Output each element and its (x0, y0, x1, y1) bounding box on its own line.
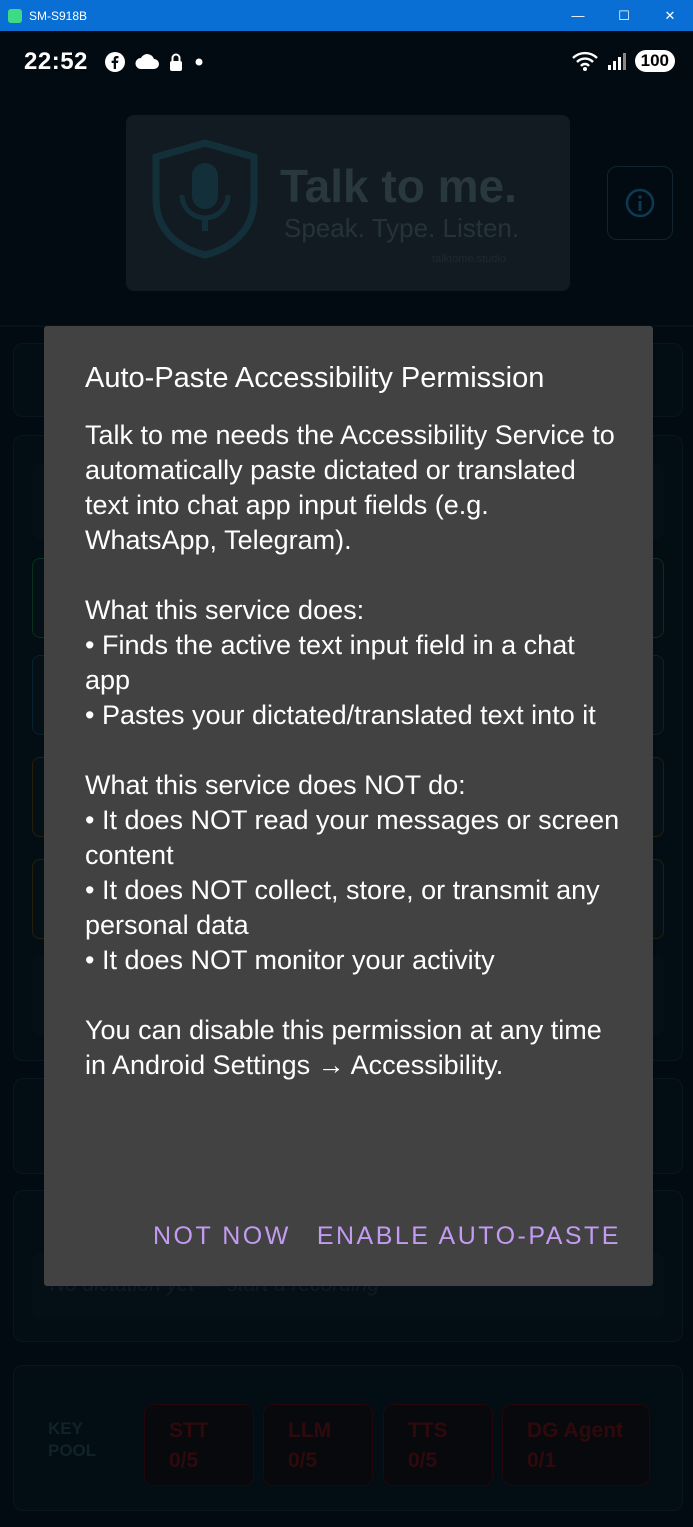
minimize-button[interactable]: — (555, 0, 601, 31)
window-title: SM-S918B (29, 8, 88, 23)
accessibility-permission-dialog: Auto-Paste Accessibility Permission Talk… (44, 326, 653, 1286)
status-bar: 22:52 100 (0, 31, 693, 93)
battery-indicator: 100 (634, 50, 675, 72)
close-button[interactable]: ✕ (647, 0, 693, 31)
dialog-message: Talk to me needs the Accessibility Servi… (85, 420, 620, 1080)
wifi-icon (571, 51, 598, 71)
dot-icon (195, 58, 203, 66)
enable-auto-paste-button[interactable]: ENABLE AUTO-PASTE (317, 1222, 621, 1251)
not-now-button[interactable]: NOT NOW (153, 1222, 291, 1251)
lock-icon (170, 53, 182, 71)
status-time: 22:52 (24, 48, 88, 75)
facebook-icon (105, 52, 125, 72)
window-titlebar: SM-S918B — ☐ ✕ (0, 0, 693, 31)
dialog-title: Auto-Paste Accessibility Permission (85, 362, 545, 394)
maximize-icon: ☐ (618, 7, 630, 23)
close-icon: ✕ (664, 7, 676, 23)
maximize-button[interactable]: ☐ (601, 0, 647, 31)
signal-icon (607, 53, 626, 70)
minimize-icon: — (571, 8, 585, 23)
android-icon (8, 8, 22, 23)
cloud-icon (135, 54, 159, 69)
